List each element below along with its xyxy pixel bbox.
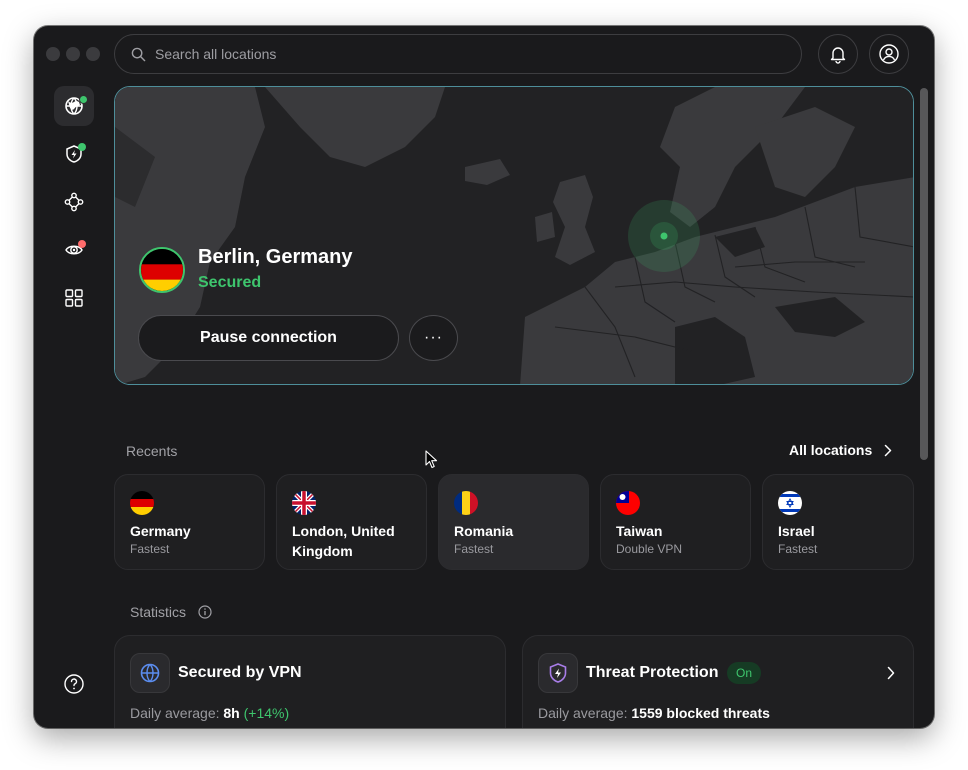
daily-average-value: 1559 blocked threats — [631, 705, 770, 721]
taiwan-flag-icon — [616, 491, 640, 515]
mouse-cursor-icon — [425, 450, 438, 469]
statistics-label: Statistics — [130, 604, 187, 620]
search-placeholder: Search all locations — [155, 46, 277, 62]
card-subtitle: Double VPN — [616, 542, 683, 556]
pause-connection-button[interactable]: Pause connection — [138, 315, 399, 361]
daily-average-label: Daily average: — [130, 705, 220, 721]
sidebar-item-meshnet[interactable] — [54, 182, 94, 222]
more-options-button[interactable]: ··· — [409, 315, 458, 361]
search-input[interactable]: Search all locations — [114, 34, 802, 74]
status-badge: On — [727, 662, 762, 684]
romania-flag-icon — [454, 491, 478, 515]
germany-flag-icon — [139, 247, 185, 293]
chevron-right-icon[interactable] — [887, 666, 895, 680]
account-icon — [879, 44, 899, 64]
stat-title: Secured by VPN — [178, 664, 302, 681]
help-icon — [64, 674, 84, 694]
scrollbar[interactable] — [920, 88, 928, 460]
threat-protection-card[interactable]: Threat Protection On Daily average: 1559… — [522, 635, 914, 728]
recent-location-card[interactable]: Israel Fastest — [762, 474, 914, 570]
alert-dot — [78, 240, 86, 248]
stat-daily-average: Daily average: 1559 blocked threats — [538, 705, 770, 721]
recents-label: Recents — [126, 443, 178, 459]
chevron-right-icon — [884, 444, 892, 456]
app-window: Search all locations Berlin, Germany Sec… — [34, 26, 934, 728]
card-title: Taiwan — [616, 523, 663, 539]
connected-location: Berlin, Germany — [198, 246, 353, 268]
shield-bolt-icon — [538, 653, 578, 693]
recent-location-card[interactable]: London, United Kingdom — [276, 474, 427, 570]
card-title: Germany — [130, 523, 191, 539]
window-zoom-button[interactable] — [86, 47, 100, 61]
status-dot — [79, 95, 88, 104]
info-icon[interactable] — [198, 605, 212, 619]
sidebar-item-locations[interactable] — [54, 86, 94, 126]
globe-icon — [130, 653, 170, 693]
secured-by-vpn-card[interactable]: Secured by VPN Daily average: 8h (+14%) — [114, 635, 506, 728]
recent-location-card[interactable]: Taiwan Double VPN — [600, 474, 751, 570]
meshnet-icon — [64, 192, 84, 212]
all-locations-link[interactable]: All locations — [789, 442, 892, 458]
statistics-header: Statistics — [130, 604, 212, 620]
sidebar-item-threat-protection[interactable] — [54, 134, 94, 174]
sidebar-item-dark-web-monitor[interactable] — [54, 230, 94, 270]
search-icon — [131, 47, 146, 61]
israel-flag-icon — [778, 491, 802, 515]
stat-title: Threat Protection — [586, 664, 719, 681]
germany-flag-icon — [130, 491, 154, 515]
notifications-button[interactable] — [818, 34, 858, 74]
stat-daily-average: Daily average: 8h (+14%) — [130, 705, 289, 721]
help-button[interactable] — [54, 664, 94, 704]
card-title: Israel — [778, 523, 815, 539]
card-title: London, United Kingdom — [292, 523, 395, 559]
card-subtitle: Fastest — [454, 542, 494, 556]
daily-average-change: (+14%) — [243, 705, 290, 721]
uk-flag-icon — [292, 491, 316, 515]
daily-average-label: Daily average: — [538, 705, 628, 721]
sidebar-item-apps[interactable] — [54, 278, 94, 318]
connection-status: Secured — [198, 274, 262, 291]
bell-icon — [830, 47, 846, 64]
card-subtitle: Fastest — [130, 542, 170, 556]
daily-average-value: 8h — [223, 705, 240, 721]
all-locations-label: All locations — [789, 442, 873, 458]
account-button[interactable] — [869, 34, 909, 74]
window-close-button[interactable] — [46, 47, 60, 61]
recent-location-card[interactable]: Germany Fastest — [114, 474, 265, 570]
window-minimize-button[interactable] — [66, 47, 80, 61]
connection-card: Berlin, Germany Secured Pause connection… — [114, 86, 914, 385]
card-subtitle: Fastest — [778, 542, 818, 556]
status-dot — [78, 143, 86, 151]
card-title: Romania — [454, 523, 514, 539]
grid-icon — [65, 289, 83, 307]
recent-location-card[interactable]: Romania Fastest — [438, 474, 589, 570]
